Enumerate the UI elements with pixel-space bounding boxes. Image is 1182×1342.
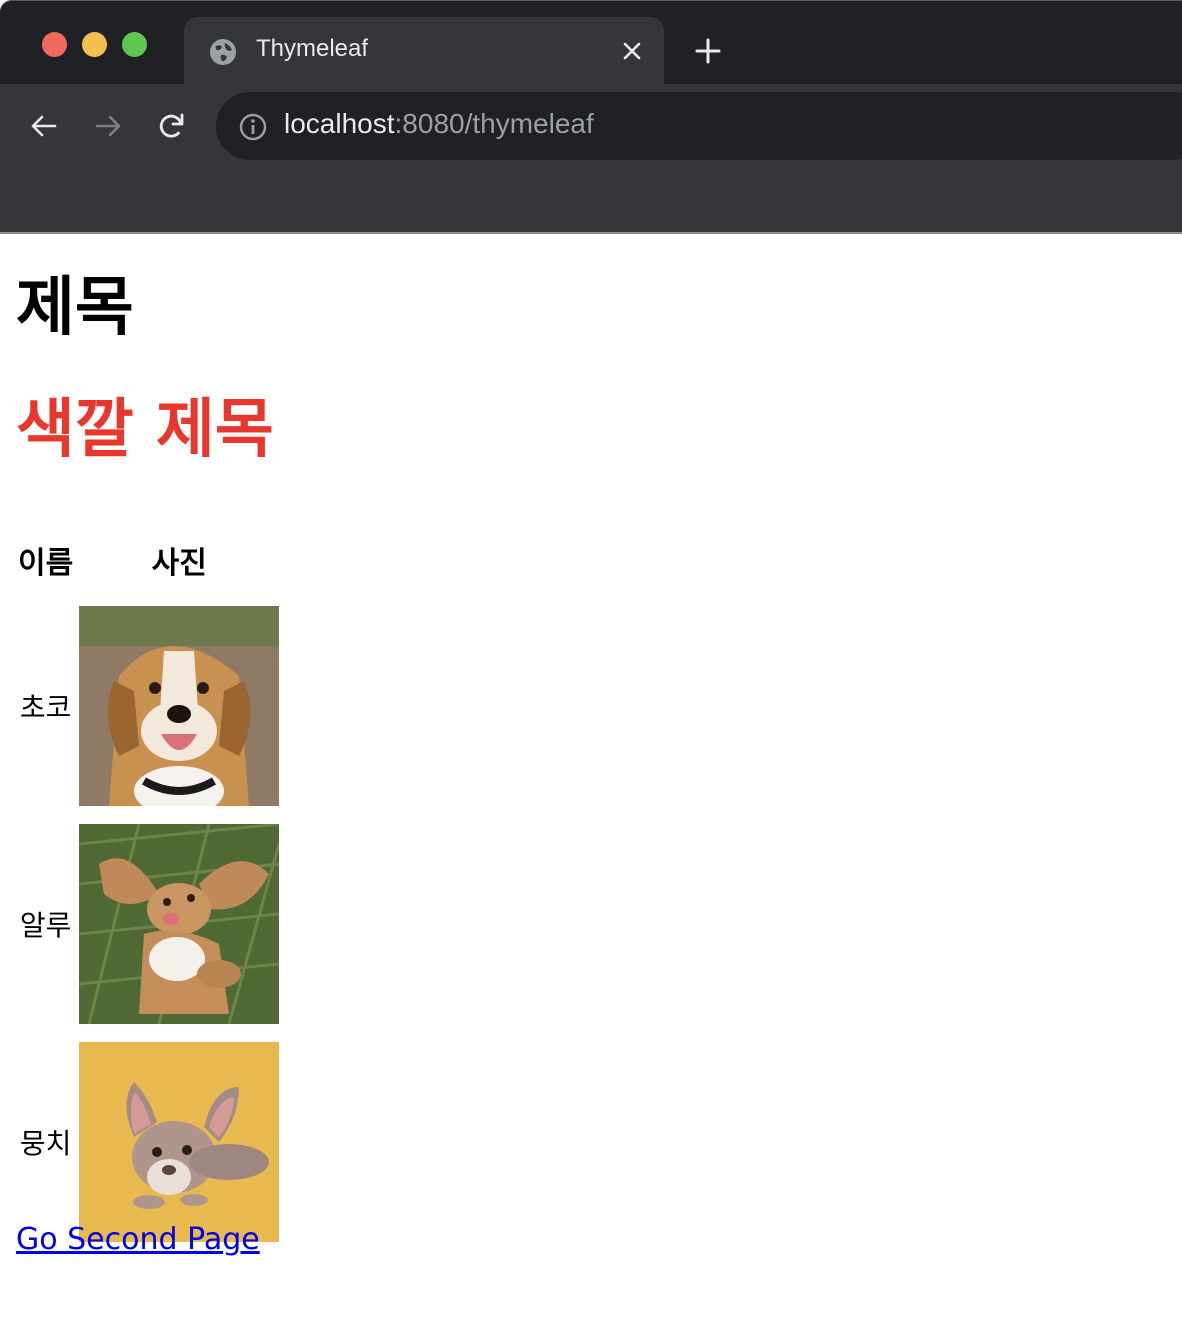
url-text: localhost:8080/thymeleaf bbox=[284, 108, 594, 140]
dog-photo bbox=[79, 824, 280, 1024]
table-row: 초코 bbox=[16, 606, 280, 806]
colored-title: 색깔 제목 bbox=[16, 393, 274, 467]
forward-arrow-icon[interactable] bbox=[92, 110, 124, 142]
window-maximize-button[interactable] bbox=[122, 32, 147, 57]
tab-strip: Thymeleaf bbox=[0, 0, 1182, 85]
url-host: localhost bbox=[284, 108, 395, 139]
header-photo: 사진 bbox=[151, 546, 207, 581]
beagle-dog-photo bbox=[79, 606, 280, 806]
close-icon[interactable] bbox=[620, 39, 644, 63]
table-header-row: 이름 사진 bbox=[16, 532, 279, 588]
window-minimize-button[interactable] bbox=[82, 32, 107, 57]
page-title: 제목 bbox=[16, 271, 134, 345]
dog-photo bbox=[79, 606, 280, 806]
reload-icon[interactable] bbox=[156, 110, 188, 142]
dog-table: 이름 사진 초코 알루 뭉치 bbox=[12, 514, 283, 1260]
header-name: 이름 bbox=[18, 546, 74, 581]
globe-icon bbox=[210, 39, 236, 65]
dog-photo bbox=[79, 1042, 280, 1242]
dog-name: 초코 bbox=[19, 691, 72, 724]
back-arrow-icon[interactable] bbox=[28, 110, 60, 142]
dog-name: 뭉치 bbox=[19, 1127, 72, 1160]
browser-chrome: Thymeleaf localhost:8080/thymeleaf bbox=[0, 0, 1182, 234]
tab-title: Thymeleaf bbox=[256, 35, 369, 62]
url-path: :8080/thymeleaf bbox=[394, 108, 594, 139]
window-close-button[interactable] bbox=[42, 32, 67, 57]
dog-name: 알루 bbox=[19, 909, 72, 942]
spaniel-on-grass-photo bbox=[79, 824, 280, 1024]
address-bar[interactable]: localhost:8080/thymeleaf bbox=[216, 92, 1182, 160]
french-bulldog-photo bbox=[79, 1042, 280, 1242]
go-second-page-link[interactable]: Go Second Page bbox=[16, 1222, 260, 1257]
table-row: 알루 bbox=[16, 824, 280, 1024]
table-row: 뭉치 bbox=[16, 1042, 280, 1242]
info-icon[interactable] bbox=[238, 112, 268, 142]
tab-thymeleaf[interactable]: Thymeleaf bbox=[184, 17, 664, 85]
new-tab-icon[interactable] bbox=[694, 37, 722, 65]
